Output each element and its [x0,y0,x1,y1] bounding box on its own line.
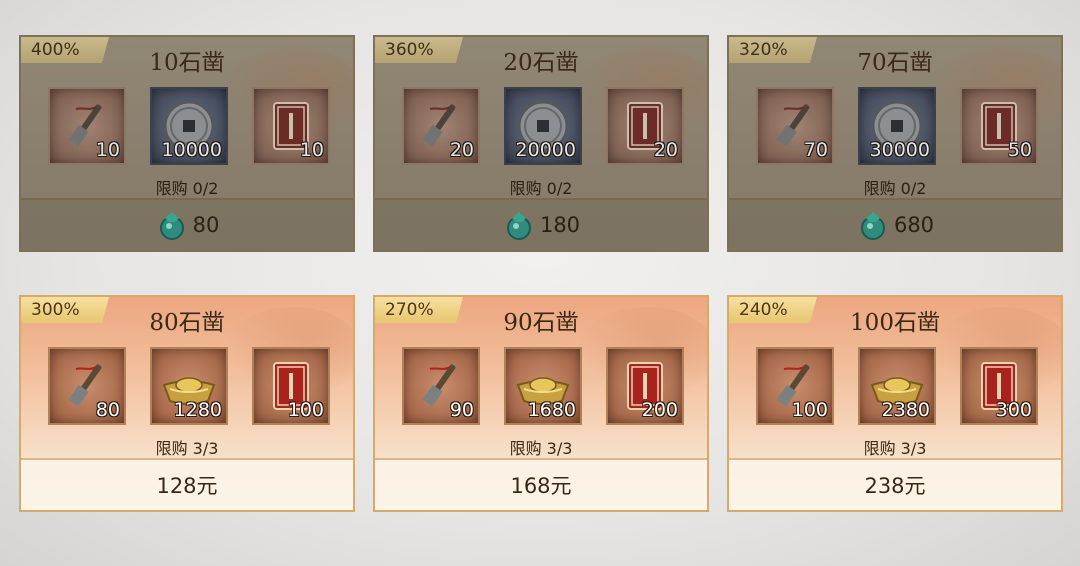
jade-gem-icon [506,212,531,240]
item-row: 10 10000 10 [48,87,330,167]
item-quantity: 10 [299,139,324,161]
item-quantity: 20 [653,139,678,161]
item-quantity: 50 [1007,139,1032,161]
purchase-limit: 限购 3/3 [509,439,573,458]
price-amount: 80 [192,213,220,237]
pack-title: 20石凿 [503,50,579,76]
pack-title: 10石凿 [149,50,225,76]
item-quantity: 100 [791,399,828,421]
purchase-limit: 限购 0/2 [155,179,219,198]
jade-gem-icon [860,212,885,240]
item-slot[interactable]: 200 [606,347,684,425]
item-quantity: 20000 [515,139,576,161]
item-quantity: 10000 [161,139,222,161]
pack-title: 90石凿 [503,310,579,336]
item-slot[interactable]: 80 [48,347,126,425]
price-button[interactable]: 128元 [21,458,353,510]
item-quantity: 200 [641,399,678,421]
item-slot[interactable]: 10 [252,87,330,165]
item-row: 80 1280 100 [48,347,330,427]
item-row: 90 1680 200 [402,347,684,427]
item-quantity: 30000 [869,139,930,161]
price-amount: 238元 [864,474,926,498]
pack-title: 100石凿 [850,310,940,336]
purchase-limit: 限购 0/2 [509,179,573,198]
item-slot[interactable]: 20 [402,87,480,165]
price-button[interactable]: 168元 [375,458,707,510]
item-quantity: 300 [995,399,1032,421]
item-slot[interactable]: 1680 [504,347,582,425]
item-slot[interactable]: 10 [48,87,126,165]
pack-card[interactable]: 320% 70石凿 70 30000 50 限购 0/2 680 [727,35,1063,252]
item-slot[interactable]: 20 [606,87,684,165]
item-slot[interactable]: 70 [756,87,834,165]
pack-card[interactable]: 300% 80石凿 80 1280 100 限购 3/3 128元 [19,295,355,512]
item-slot[interactable]: 20000 [504,87,582,165]
item-slot[interactable]: 2380 [858,347,936,425]
pack-card[interactable]: 360% 20石凿 20 20000 20 限购 0/2 180 [373,35,709,252]
pack-grid: 400% 10石凿 10 10000 10 限购 0/2 80 360% 20石… [0,0,1080,566]
pack-card[interactable]: 240% 100石凿 100 2380 300 限购 3/3 238元 [727,295,1063,512]
price-amount: 180 [539,213,581,237]
price-button[interactable]: 80 [21,198,353,250]
item-quantity: 80 [95,399,120,421]
item-row: 100 2380 300 [756,347,1038,427]
purchase-limit: 限购 3/3 [863,439,927,458]
item-slot[interactable]: 100 [252,347,330,425]
item-quantity: 20 [449,139,474,161]
item-slot[interactable]: 10000 [150,87,228,165]
item-slot[interactable]: 1280 [150,347,228,425]
item-quantity: 100 [287,399,324,421]
pack-title: 70石凿 [857,50,933,76]
item-row: 20 20000 20 [402,87,684,167]
purchase-limit: 限购 3/3 [155,439,219,458]
item-slot[interactable]: 300 [960,347,1038,425]
item-quantity: 70 [803,139,828,161]
item-slot[interactable]: 30000 [858,87,936,165]
item-quantity: 10 [95,139,120,161]
item-quantity: 1680 [527,399,576,421]
item-quantity: 1280 [173,399,222,421]
item-quantity: 2380 [881,399,930,421]
item-row: 70 30000 50 [756,87,1038,167]
jade-gem-icon [159,212,184,240]
pack-card[interactable]: 270% 90石凿 90 1680 200 限购 3/3 168元 [373,295,709,512]
item-slot[interactable]: 50 [960,87,1038,165]
item-slot[interactable]: 100 [756,347,834,425]
price-amount: 168元 [510,474,572,498]
price-button[interactable]: 180 [375,198,707,250]
price-button[interactable]: 238元 [729,458,1061,510]
price-amount: 128元 [156,474,218,498]
pack-card[interactable]: 400% 10石凿 10 10000 10 限购 0/2 80 [19,35,355,252]
price-amount: 680 [893,213,935,237]
price-button[interactable]: 680 [729,198,1061,250]
item-slot[interactable]: 90 [402,347,480,425]
pack-title: 80石凿 [149,310,225,336]
purchase-limit: 限购 0/2 [863,179,927,198]
item-quantity: 90 [449,399,474,421]
